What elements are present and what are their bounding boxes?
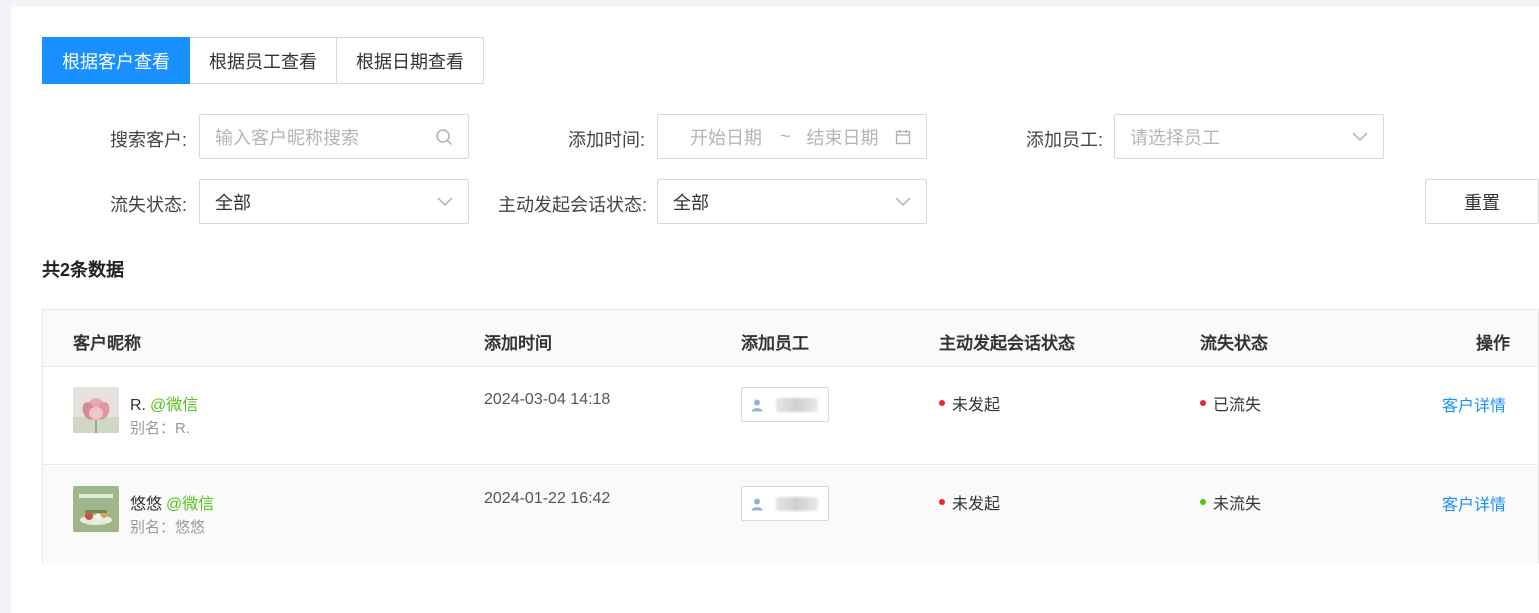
add-employee-label: 添加员工: (1026, 130, 1104, 150)
wechat-source: @微信 (150, 397, 199, 414)
view-tabs: 根据客户查看 根据员工查看 根据日期查看 (42, 37, 484, 84)
chat-status-value: 全部 (673, 192, 709, 213)
chat-status-select[interactable]: 全部 (657, 179, 927, 224)
employee-tag (741, 486, 829, 521)
avatar (73, 486, 119, 532)
header-churn-status: 流失状态 (1200, 334, 1268, 353)
header-action: 操作 (1476, 334, 1510, 353)
chevron-down-icon (437, 196, 453, 207)
date-range-picker[interactable]: 开始日期 ~ 结束日期 (657, 114, 927, 159)
range-separator: ~ (780, 126, 791, 146)
nickname-text: R. (130, 397, 146, 414)
add-time: 2024-01-22 16:42 (484, 490, 611, 507)
customer-detail-link[interactable]: 客户详情 (1442, 491, 1506, 515)
churn-status-text: 未流失 (1213, 496, 1262, 513)
status-dot (1200, 400, 1206, 406)
status-dot (939, 400, 945, 406)
add-time-label: 添加时间: (568, 130, 646, 150)
customer-nickname: 悠悠 @微信 (130, 490, 214, 514)
user-icon (751, 399, 763, 411)
tab-by-date[interactable]: 根据日期查看 (337, 37, 484, 84)
customer-alias: 别名：R. (130, 420, 191, 437)
reset-button[interactable]: 重置 (1425, 179, 1539, 224)
customer-nickname: R. @微信 (130, 391, 198, 415)
table-row: 悠悠 @微信 别名：悠悠 2024-01-22 16:42 未发起 未流失 客户详… (43, 466, 1538, 564)
header-add-time: 添加时间 (484, 334, 552, 353)
churn-status: 已流失 (1200, 391, 1261, 415)
chat-status-label: 主动发起会话状态: (498, 195, 648, 215)
churn-status: 未流失 (1200, 490, 1261, 514)
calendar-icon (895, 129, 911, 145)
chat-status: 未发起 (939, 490, 1000, 514)
chevron-down-icon (895, 196, 911, 207)
employee-tag (741, 387, 829, 422)
end-date-input[interactable]: 结束日期 (807, 124, 879, 150)
churn-status-select[interactable]: 全部 (199, 179, 469, 224)
total-count: 共2条数据 (42, 260, 125, 280)
employee-name-redacted (776, 496, 818, 511)
employee-select-placeholder: 请选择员工 (1130, 127, 1220, 148)
customer-table: 客户昵称 添加时间 添加员工 主动发起会话状态 流失状态 操作 R. @微信 别名… (42, 309, 1539, 564)
add-time: 2024-03-04 14:18 (484, 391, 611, 408)
churn-status-label: 流失状态: (110, 195, 188, 215)
top-bar (11, 0, 1539, 7)
search-customer-input[interactable]: 输入客户昵称搜索 (199, 114, 469, 159)
employee-select[interactable]: 请选择员工 (1114, 114, 1384, 159)
wechat-source: @微信 (166, 496, 215, 513)
search-icon[interactable] (435, 128, 453, 146)
chevron-down-icon (1352, 131, 1368, 142)
user-icon (751, 498, 763, 510)
header-employee: 添加员工 (741, 334, 809, 353)
customer-alias: 别名：悠悠 (130, 519, 206, 536)
table-row: R. @微信 别名：R. 2024-03-04 14:18 未发起 已流失 客户详… (43, 367, 1538, 465)
churn-status-value: 全部 (215, 192, 251, 213)
nickname-text: 悠悠 (130, 496, 163, 513)
churn-status-text: 已流失 (1213, 397, 1262, 414)
search-customer-placeholder: 输入客户昵称搜索 (215, 127, 359, 148)
header-nickname: 客户昵称 (73, 334, 141, 353)
search-customer-label: 搜索客户: (110, 130, 188, 150)
sidebar-edge (0, 0, 11, 613)
customer-detail-link[interactable]: 客户详情 (1442, 392, 1506, 416)
start-date-input[interactable]: 开始日期 (690, 124, 762, 150)
chat-status-text: 未发起 (952, 496, 1001, 513)
chat-status-text: 未发起 (952, 397, 1001, 414)
avatar (73, 387, 119, 433)
chat-status: 未发起 (939, 391, 1000, 415)
table-header: 客户昵称 添加时间 添加员工 主动发起会话状态 流失状态 操作 (43, 310, 1538, 367)
tab-by-employee[interactable]: 根据员工查看 (190, 37, 337, 84)
tab-by-customer[interactable]: 根据客户查看 (42, 37, 190, 84)
status-dot (939, 499, 945, 505)
employee-name-redacted (776, 397, 818, 412)
status-dot (1200, 499, 1206, 505)
header-chat-status: 主动发起会话状态 (939, 334, 1075, 353)
